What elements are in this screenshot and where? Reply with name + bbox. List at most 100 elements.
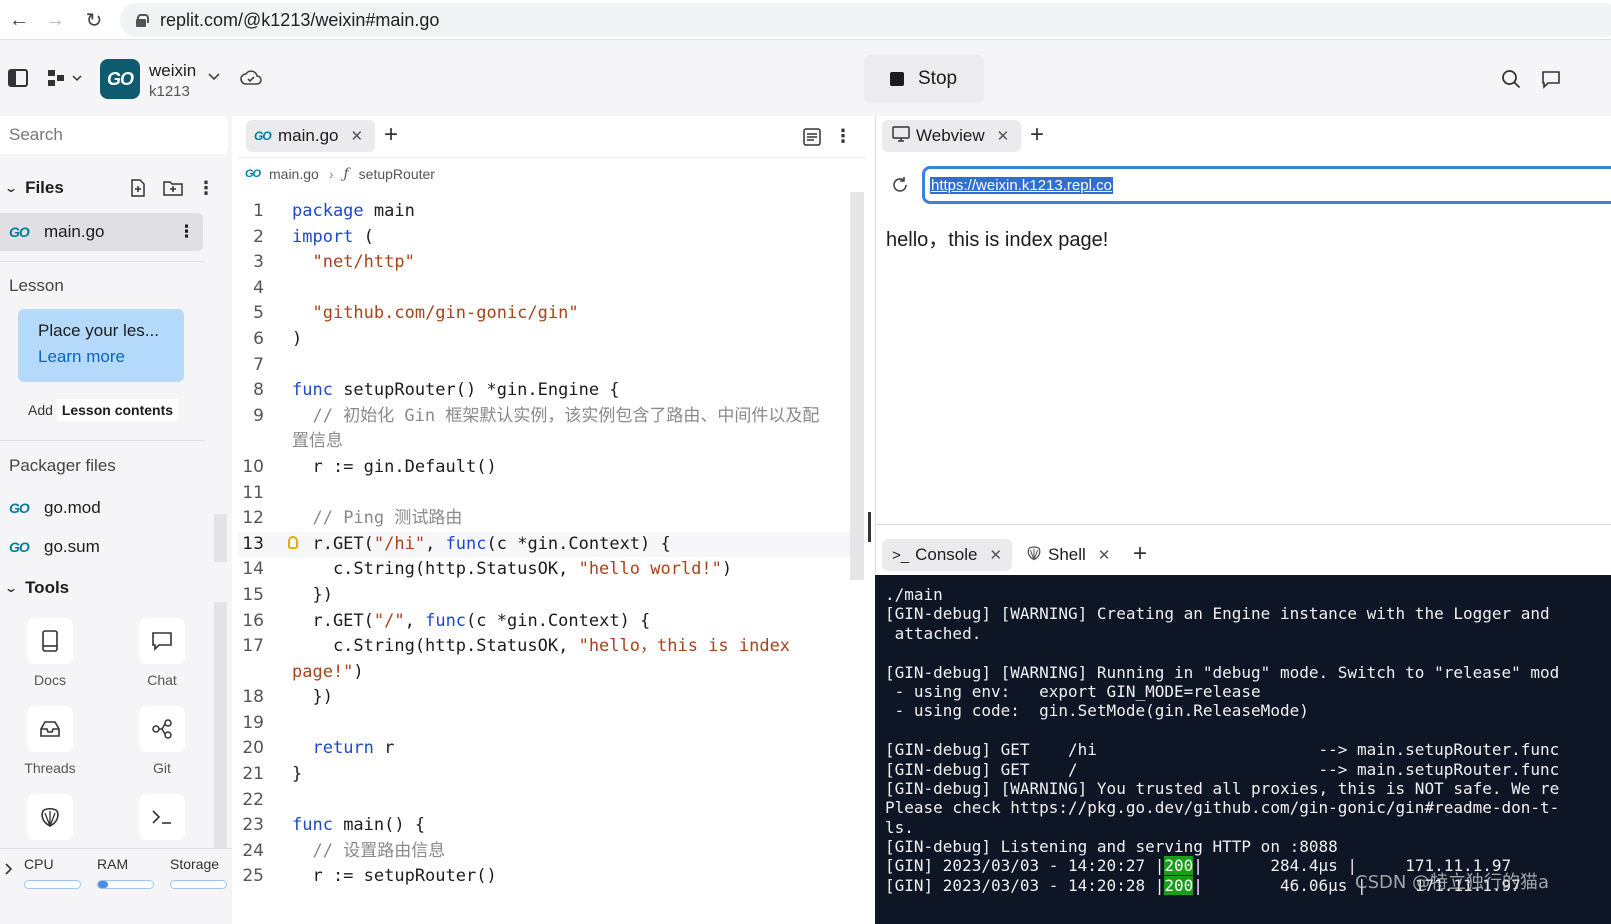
search-input[interactable]: Search: [0, 116, 228, 154]
refresh-icon[interactable]: [890, 175, 910, 195]
status-badge: 200: [1164, 856, 1194, 876]
code-line: 23 func main() {: [242, 815, 426, 836]
forward-icon[interactable]: →: [36, 1, 74, 39]
status-badge: 200: [1164, 875, 1194, 895]
tab-console[interactable]: >_ Console ✕: [882, 539, 1013, 571]
breadcrumb-file[interactable]: main.go: [269, 166, 319, 182]
git-icon: [139, 706, 185, 752]
go-file-icon: GO: [254, 129, 272, 143]
divider: [0, 848, 232, 849]
tab-label: Webview: [916, 126, 985, 145]
search-icon[interactable]: [1500, 68, 1522, 90]
tab-shell[interactable]: Shell ✕: [1016, 539, 1120, 571]
add-tab-icon[interactable]: +: [1030, 121, 1044, 149]
repl-owner[interactable]: k1213: [149, 83, 190, 100]
breadcrumb-function[interactable]: setupRouter: [359, 166, 435, 182]
address-bar[interactable]: replit.com/@k1213/weixin#main.go: [120, 3, 1611, 37]
code-line: 20 return r: [242, 738, 395, 759]
files-section-header[interactable]: ⌄ Files: [3, 178, 64, 198]
console-line: ./main: [885, 585, 943, 604]
divider: [0, 261, 205, 262]
lesson-card[interactable]: Place your les... Learn more: [18, 309, 184, 382]
tool-label: Docs: [34, 672, 66, 688]
new-folder-icon[interactable]: [163, 179, 183, 197]
workspace-menu-icon[interactable]: [46, 68, 82, 88]
code-line: 5 "github.com/gin-gonic/gin": [253, 303, 579, 324]
console-line: attached.: [885, 623, 982, 643]
sidebar-toggle-icon[interactable]: [8, 68, 28, 88]
editor-more-icon[interactable]: ⋮: [834, 126, 852, 146]
console-line: [GIN-debug] GET / --> main.setupRouter.f…: [885, 759, 1560, 779]
tools-scrollbar[interactable]: [214, 602, 227, 848]
back-icon[interactable]: ←: [0, 1, 38, 39]
outline-icon[interactable]: [803, 128, 821, 146]
close-icon[interactable]: ✕: [350, 127, 363, 145]
close-icon[interactable]: ✕: [997, 127, 1010, 145]
cloud-sync-icon[interactable]: [240, 68, 262, 88]
stop-button[interactable]: Stop: [864, 55, 984, 103]
go-file-icon: GO: [9, 224, 30, 240]
tab-label: Console: [915, 545, 978, 564]
webview-url-text: https://weixin.k1213.repl.co: [930, 176, 1113, 194]
tools-section-header[interactable]: ⌄ Tools: [4, 578, 70, 598]
chevron-right-icon[interactable]: [4, 862, 14, 876]
tool-threads[interactable]: Threads: [10, 706, 90, 776]
webview-url-input[interactable]: https://weixin.k1213.repl.co: [922, 166, 1611, 204]
tab-label: Shell: [1048, 545, 1086, 564]
address-text: replit.com/@k1213/weixin#main.go: [160, 9, 440, 30]
ram-label: RAM: [97, 856, 129, 872]
code-line: 4: [253, 277, 264, 298]
close-icon[interactable]: ✕: [989, 546, 1002, 564]
docs-icon: [27, 618, 73, 664]
learn-more-link[interactable]: Learn more: [38, 347, 184, 367]
file-name: go.mod: [44, 498, 101, 517]
editor-scrollbar[interactable]: [850, 192, 864, 580]
tool-chat[interactable]: Chat: [122, 618, 202, 688]
pane-resize-handle[interactable]: [868, 512, 871, 542]
lesson-title: Lesson: [9, 276, 64, 295]
tab-main-go[interactable]: GO main.go ✕: [246, 120, 376, 152]
storage-label: Storage: [170, 856, 220, 872]
code-line: 21}: [242, 764, 303, 785]
code-editor: GO main.go ✕ + ⋮ GO main.go › ƒ setupRou…: [238, 116, 866, 924]
tab-label: main.go: [278, 126, 339, 145]
chevron-down-icon[interactable]: [207, 70, 221, 84]
watermark: CSDN @特立独行的猫a: [1355, 872, 1550, 893]
file-item-go-mod[interactable]: GO go.mod: [0, 489, 203, 527]
console-line: [GIN-debug] GET /hi --> main.setupRouter…: [885, 740, 1560, 760]
chat-bubble-icon[interactable]: [1540, 68, 1562, 90]
reload-icon[interactable]: ↻: [75, 1, 113, 39]
stop-icon: [890, 72, 904, 86]
tool-shell[interactable]: [122, 794, 202, 848]
code-line: 7: [253, 354, 264, 375]
sidebar: Search ⌄ Files ⋮ GO main.go ⋮ Lesson Pla…: [0, 116, 232, 924]
tool-packages[interactable]: [10, 794, 90, 848]
add-tab-icon[interactable]: +: [1133, 540, 1147, 568]
sidebar-scrollbar[interactable]: [214, 514, 227, 562]
chevron-down-icon: ⌄: [3, 181, 19, 195]
lesson-card-text: Place your les...: [38, 321, 159, 340]
editor-tabbar: GO main.go ✕ + ⋮: [238, 116, 866, 158]
close-icon[interactable]: ✕: [1098, 546, 1111, 564]
add-tab-icon[interactable]: +: [384, 121, 398, 149]
repl-name[interactable]: weixin: [149, 61, 196, 81]
code-line: 22: [242, 789, 264, 810]
new-file-icon[interactable]: [129, 179, 147, 197]
tab-webview[interactable]: Webview ✕: [882, 120, 1022, 152]
tool-docs[interactable]: Docs: [10, 618, 90, 688]
file-more-icon[interactable]: ⋮: [178, 222, 195, 242]
tools-title: Tools: [25, 578, 70, 597]
threads-icon: [27, 706, 73, 752]
file-item-main-go[interactable]: GO main.go ⋮: [0, 213, 203, 251]
code-area[interactable]: 1 package main 2 import ( 3 "net/http" 4 5…: [238, 199, 850, 890]
code-line: 16 r.GET("/", func(c *gin.Context) {: [242, 610, 651, 631]
tool-git[interactable]: Git: [122, 706, 202, 776]
cpu-label: CPU: [24, 856, 54, 872]
file-item-go-sum[interactable]: GO go.sum: [0, 528, 203, 566]
code-line: 3 "net/http": [253, 252, 415, 273]
console-line: - using env: export GIN_MODE=release: [885, 681, 1261, 701]
add-lesson-contents[interactable]: Add Lesson contents: [28, 399, 179, 421]
files-more-icon[interactable]: ⋮: [197, 178, 215, 198]
